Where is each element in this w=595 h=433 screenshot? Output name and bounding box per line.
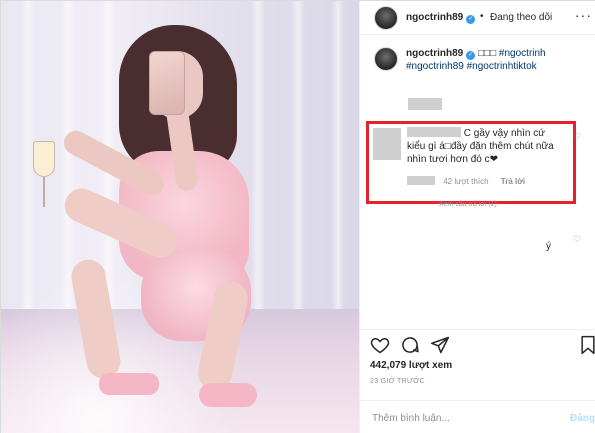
share-icon[interactable] [430,335,450,355]
verified-icon: ✓ [466,51,476,60]
more-options-icon[interactable]: ··· [575,7,592,23]
hashtag-link[interactable]: #ngoctrinh [499,48,546,59]
post-side-panel: ngoctrinh89 ✓ • Đang theo dõi ··· ngoctri… [359,1,595,433]
comment-like-heart-icon[interactable]: ♡ [573,131,581,142]
post-header: ngoctrinh89 ✓ • Đang theo dõi ··· [360,1,595,35]
comment-icon[interactable] [400,335,420,355]
view-replies-link[interactable]: Xem câu trả lời (1) [439,201,497,208]
post-caption: ngoctrinh89 ✓ □□□ #ngoctrinh #ngoctrinh89… [374,47,589,73]
curtain-fold [291,1,305,314]
curtain-fold [251,1,265,314]
bookmark-icon[interactable] [578,335,595,355]
hashtag-link[interactable]: #ngoctrinh89 [406,61,464,72]
view-count[interactable]: 442,079 lượt xem [370,360,452,371]
add-comment-bar: Thêm bình luận... Đăng [360,400,595,433]
smartphone [149,51,185,115]
heart-icon[interactable] [370,335,390,355]
separator-dot: • [480,11,484,22]
header-username[interactable]: ngoctrinh89 ✓ [406,12,476,24]
follow-status-button[interactable]: Đang theo dõi [490,12,552,23]
action-bar [360,329,595,355]
heel-shoe [199,383,257,407]
redacted-block [408,98,442,110]
avatar[interactable] [374,47,398,71]
caption-emoji: □□□ [478,48,497,59]
highlight-box [366,121,576,204]
post-photo[interactable] [1,1,359,433]
heel-shoe [99,373,159,395]
hashtag-link[interactable]: #ngoctrinhtiktok [467,61,537,72]
avatar[interactable] [374,6,398,30]
caption-username[interactable]: ngoctrinh89 ✓ [406,48,476,60]
comment-fragment: ý [546,241,551,252]
post-comment-button[interactable]: Đăng [570,413,595,424]
verified-icon: ✓ [466,15,476,24]
post-timestamp[interactable]: 23 GIỜ TRƯỚC [370,378,425,385]
comment-like-heart-icon[interactable]: ♡ [573,234,581,245]
comment-input[interactable]: Thêm bình luận... [372,413,450,424]
curtain-fold [331,1,345,314]
instagram-post: ngoctrinh89 ✓ • Đang theo dõi ··· ngoctri… [0,0,595,433]
wine-glass [33,141,55,211]
